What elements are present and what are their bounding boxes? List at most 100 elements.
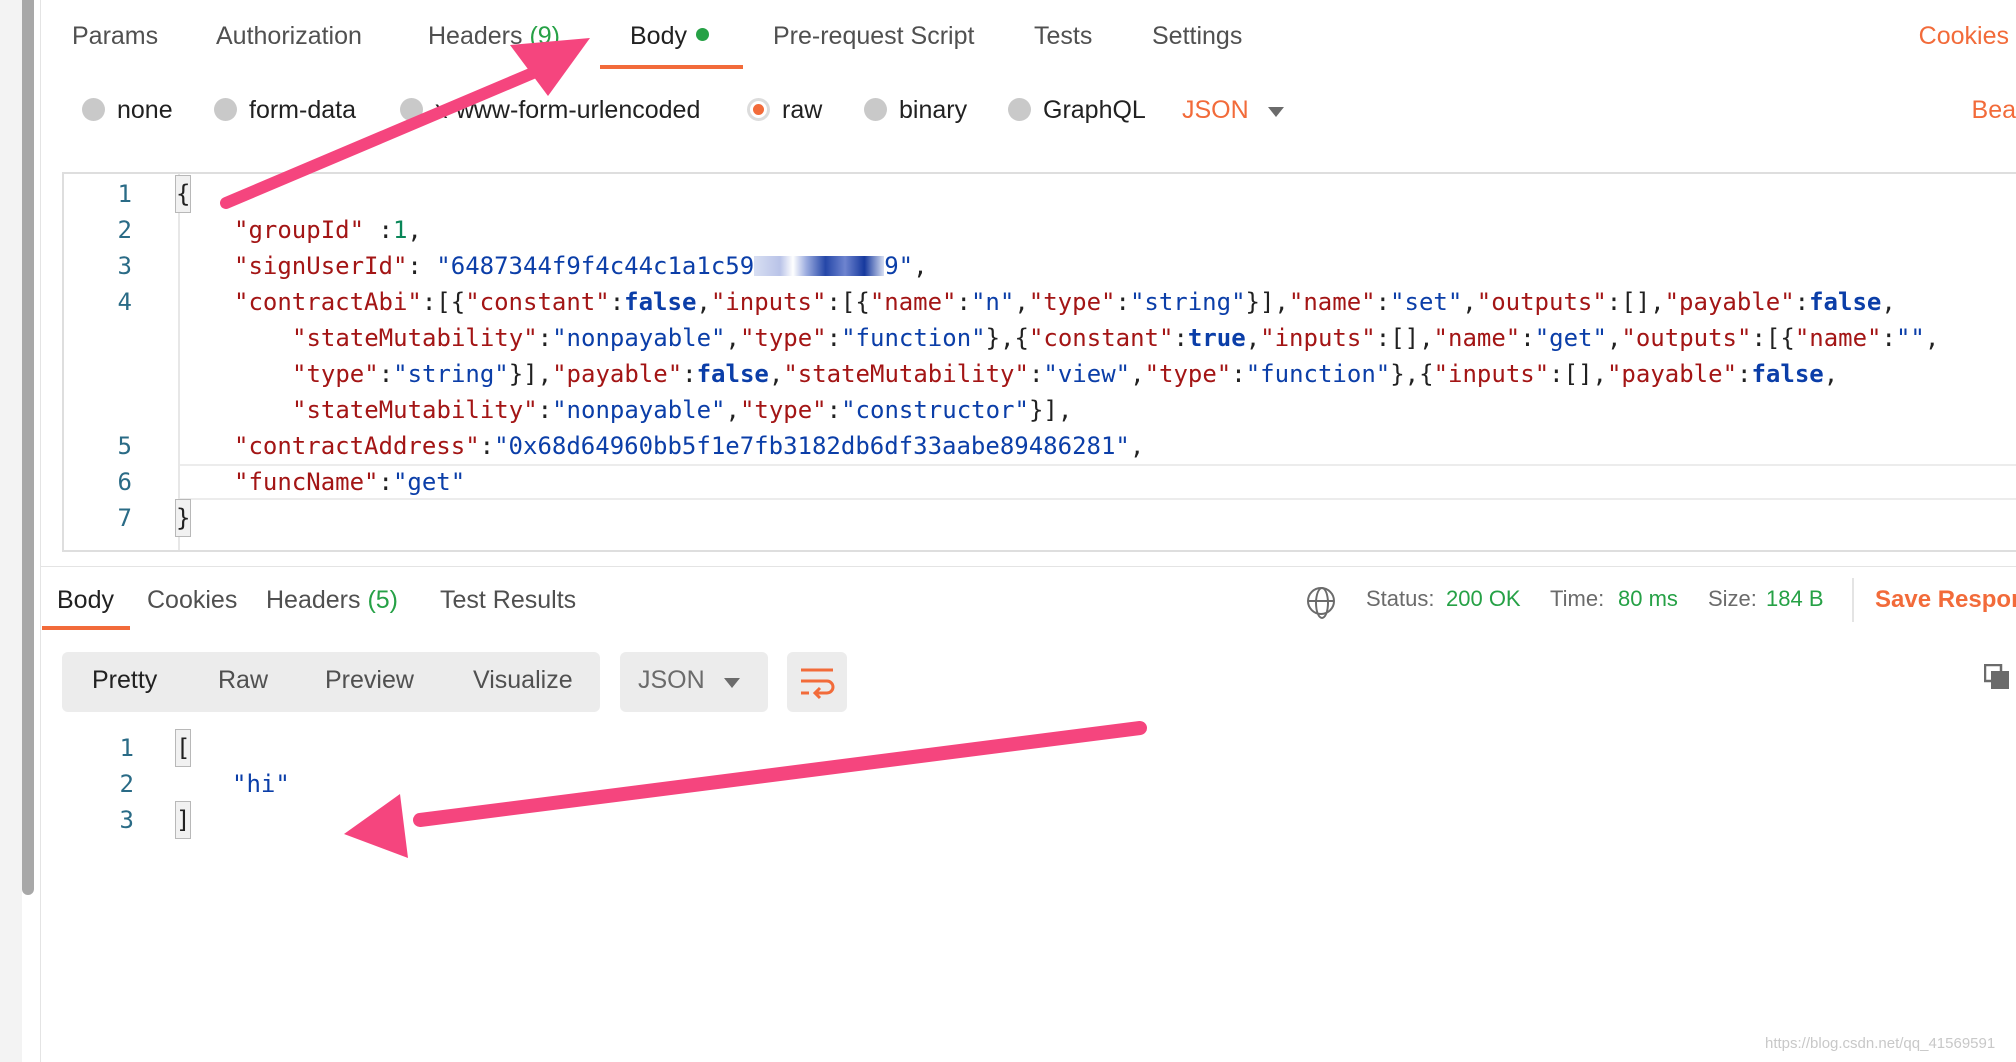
- mode-binary[interactable]: binary: [864, 96, 967, 125]
- view-raw-button[interactable]: Raw: [218, 666, 268, 695]
- line-number: 6: [117, 468, 132, 496]
- code-line: "funcName":"get": [234, 468, 466, 496]
- tab-headers[interactable]: Headers (9): [428, 22, 560, 51]
- section-divider: [40, 566, 2016, 567]
- resp-headers-count: (5): [367, 586, 399, 614]
- left-panel-rail: [0, 0, 22, 1062]
- watermark: https://blog.csdn.net/qq_41569591: [1765, 1035, 1996, 1052]
- json-key: "groupId": [234, 216, 365, 244]
- resp-tab-headers[interactable]: Headers (5): [266, 586, 398, 615]
- wrap-lines-button[interactable]: [787, 652, 847, 712]
- radio-icon: [864, 98, 887, 121]
- resp-tab-headers-label: Headers: [266, 586, 361, 614]
- response-format-select[interactable]: JSON: [620, 652, 768, 712]
- line-number: 2: [117, 216, 132, 244]
- mode-graphql-label: GraphQL: [1043, 96, 1146, 124]
- mode-raw[interactable]: raw: [747, 96, 822, 125]
- code-line: "stateMutability":"nonpayable","type":"c…: [292, 396, 1073, 424]
- line-number: 4: [117, 288, 132, 316]
- code-line: "contractAbi":[{"constant":false,"inputs…: [234, 288, 1896, 316]
- left-scrollbar[interactable]: [22, 0, 34, 895]
- mode-graphql[interactable]: GraphQL: [1008, 96, 1146, 125]
- cookies-link[interactable]: Cookies: [1919, 22, 2009, 51]
- open-bracket: [: [174, 729, 192, 767]
- chevron-down-icon: [724, 678, 740, 688]
- body-mode-selector: none form-data x-www-form-urlencoded raw…: [0, 92, 2016, 132]
- view-preview-button[interactable]: Preview: [325, 666, 414, 695]
- code-line: ]: [174, 801, 192, 839]
- mode-form-data[interactable]: form-data: [214, 96, 356, 125]
- json-key: "contractAbi": [234, 288, 422, 316]
- line-number: 3: [119, 806, 134, 834]
- body-modified-dot-icon: [695, 28, 709, 41]
- code-line: "stateMutability":"nonpayable","type":"f…: [292, 324, 1940, 352]
- tab-params[interactable]: Params: [72, 22, 158, 51]
- status-value[interactable]: 200 OK: [1446, 586, 1521, 612]
- code-line: [: [174, 729, 192, 767]
- response-view-toggle: Pretty Raw Preview Visualize: [62, 652, 600, 712]
- time-value[interactable]: 80 ms: [1618, 586, 1678, 612]
- tab-prerequest-script[interactable]: Pre-request Script: [773, 22, 974, 51]
- close-brace: }: [174, 499, 192, 537]
- redacted-value: [754, 256, 885, 276]
- mode-urlencoded-label: x-www-form-urlencoded: [435, 96, 701, 124]
- time-label: Time:: [1550, 586, 1605, 611]
- size-label: Size:: [1708, 586, 1757, 611]
- status-separator: [1852, 578, 1854, 622]
- mode-binary-label: binary: [899, 96, 968, 124]
- view-visualize-button[interactable]: Visualize: [473, 666, 573, 695]
- json-number: 1: [392, 216, 408, 244]
- json-string: "hi": [232, 770, 290, 798]
- raw-format-select[interactable]: JSON: [1182, 96, 1249, 125]
- copy-icon[interactable]: [1984, 664, 2010, 690]
- tab-body-label: Body: [630, 22, 687, 50]
- resp-tab-test-results[interactable]: Test Results: [440, 586, 576, 615]
- tab-tests[interactable]: Tests: [1034, 22, 1092, 51]
- code-line: "signUserId": "6487344f9f4c44c1a1c59 9",: [234, 252, 928, 280]
- active-tab-indicator: [600, 65, 743, 69]
- json-string: "6487344f9f4c44c1a1c59: [436, 252, 755, 280]
- line-number: 5: [117, 432, 132, 460]
- tab-settings[interactable]: Settings: [1152, 22, 1242, 51]
- mode-none[interactable]: none: [82, 96, 173, 125]
- mode-none-label: none: [117, 96, 173, 124]
- line-number: 3: [117, 252, 132, 280]
- line-number: 7: [117, 504, 132, 532]
- save-response-button[interactable]: Save Respon: [1875, 586, 2016, 614]
- tab-body[interactable]: Body: [630, 22, 709, 51]
- tab-headers-count: (9): [529, 22, 561, 50]
- open-brace: {: [174, 175, 192, 213]
- line-number: 2: [119, 770, 134, 798]
- json-string-tail: 9": [884, 252, 914, 280]
- mode-form-data-label: form-data: [249, 96, 356, 124]
- tab-authorization[interactable]: Authorization: [216, 22, 362, 51]
- active-resp-tab-indicator: [42, 626, 130, 630]
- resp-tab-body[interactable]: Body: [57, 586, 114, 615]
- request-body-editor[interactable]: 1 2 3 4 5 6 7 { "groupId" :1, "signUserI…: [62, 172, 2016, 552]
- json-key: "signUserId": [234, 252, 408, 280]
- line-number: 1: [117, 180, 132, 208]
- size-value[interactable]: 184 B: [1766, 586, 1824, 612]
- radio-icon: [1008, 98, 1031, 121]
- status-label: Status:: [1366, 586, 1435, 611]
- view-pretty-button[interactable]: Pretty: [92, 666, 157, 695]
- radio-icon: [82, 98, 105, 121]
- resp-tab-cookies[interactable]: Cookies: [147, 586, 237, 615]
- line-number: 1: [119, 734, 134, 762]
- mode-raw-label: raw: [782, 96, 823, 124]
- code-line: "type":"string"}],"payable":false,"state…: [292, 360, 1839, 388]
- radio-icon: [214, 98, 237, 121]
- code-line: "hi": [232, 766, 290, 802]
- chevron-down-icon[interactable]: [1268, 107, 1284, 117]
- annotation-arrow-to-response: [344, 721, 1147, 858]
- code-line: "contractAddress":"0x68d64960bb5f1e7fb31…: [234, 432, 1145, 460]
- json-key: "funcName": [234, 468, 379, 496]
- beautify-link[interactable]: Bea: [1972, 96, 2016, 125]
- code-line: {: [174, 175, 192, 213]
- response-format-label: JSON: [638, 666, 705, 694]
- mode-urlencoded[interactable]: x-www-form-urlencoded: [400, 96, 700, 125]
- json-string: "get": [392, 468, 466, 496]
- json-key: "contractAddress": [234, 432, 480, 460]
- globe-icon[interactable]: [1307, 587, 1335, 619]
- request-tab-bar: Params Authorization Headers (9) Body Pr…: [0, 0, 2016, 72]
